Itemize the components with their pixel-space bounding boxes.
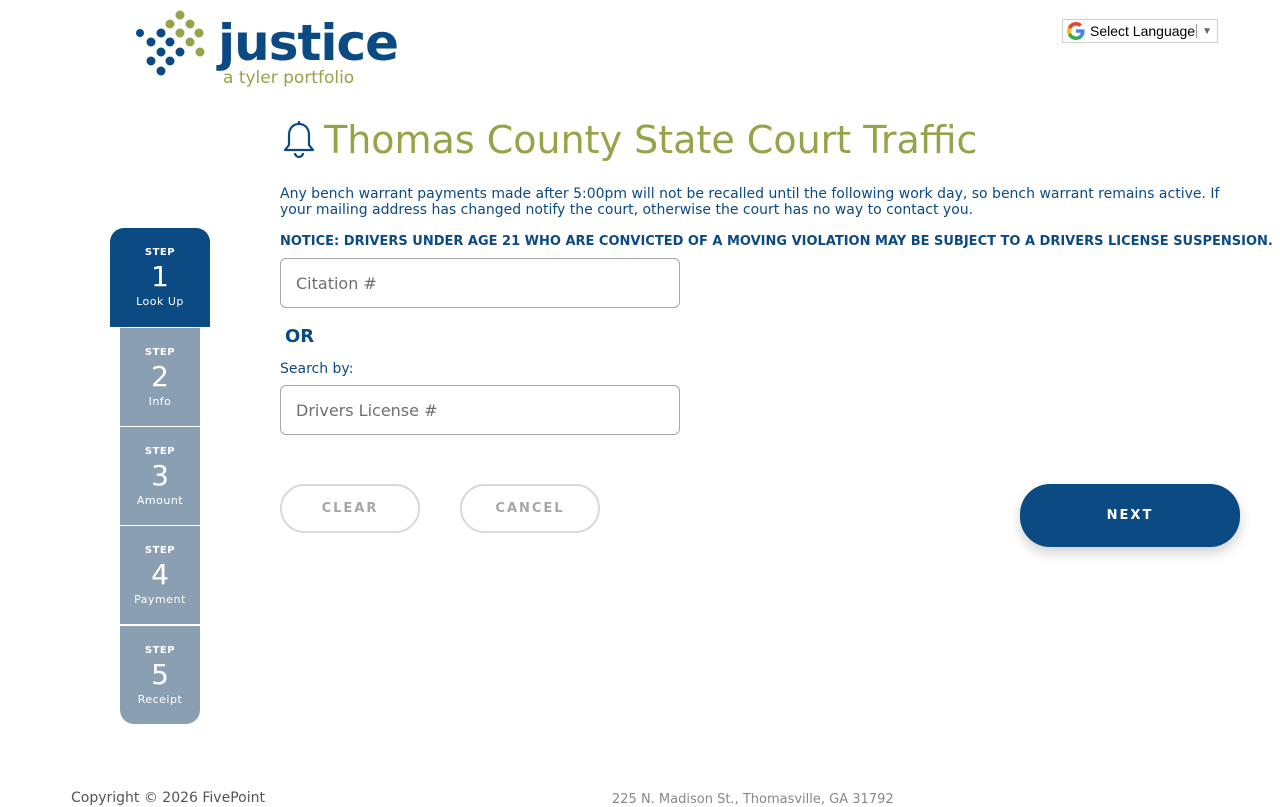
bell-icon [283, 121, 315, 159]
language-separator [1196, 24, 1198, 38]
logo-tagline: a tyler portfolio [223, 68, 355, 88]
footer-copyright: Copyright © 2026 FivePoint [71, 790, 265, 806]
page-title-row: Thomas County State Court Traffic [282, 118, 977, 162]
step-label: STEP [144, 545, 176, 556]
justice-logo: justice a tyler portfolio [132, 8, 399, 98]
license-notice: NOTICE: DRIVERS UNDER AGE 21 WHO ARE CON… [280, 234, 1273, 249]
citation-input[interactable] [280, 258, 680, 308]
step-2-info: STEP 2 Info [120, 327, 200, 426]
search-by-label: Search by: [280, 361, 354, 377]
step-label: STEP [144, 247, 176, 258]
step-number: 3 [151, 459, 169, 492]
language-selector[interactable]: Select Language ▼ [1062, 19, 1218, 43]
language-label: Select Language [1090, 23, 1196, 39]
step-number: 5 [151, 658, 169, 691]
step-3-amount: STEP 3 Amount [120, 426, 200, 525]
step-name: Payment [134, 593, 186, 606]
step-label: STEP [144, 645, 176, 656]
dropdown-arrow-icon: ▼ [1202, 25, 1212, 37]
page-title: Thomas County State Court Traffic [324, 118, 978, 162]
step-name: Look Up [136, 295, 184, 308]
step-name: Receipt [137, 693, 183, 706]
cancel-button[interactable]: CANCEL [460, 484, 600, 533]
logo-dots-icon [136, 10, 205, 76]
step-number: 4 [151, 558, 169, 591]
step-label: STEP [144, 446, 176, 457]
step-5-receipt: STEP 5 Receipt [120, 625, 200, 724]
step-label: STEP [144, 347, 176, 358]
step-name: Amount [136, 494, 184, 507]
clear-button[interactable]: CLEAR [280, 484, 420, 533]
drivers-license-input[interactable] [280, 385, 680, 435]
step-number: 1 [151, 260, 169, 293]
step-1-lookup: STEP 1 Look Up [110, 228, 210, 327]
logo-wordmark: justice [218, 14, 399, 72]
step-4-payment: STEP 4 Payment [120, 525, 200, 624]
google-icon [1067, 22, 1085, 40]
warrant-info-text: Any bench warrant payments made after 5:… [280, 186, 1220, 218]
step-name: Info [148, 395, 172, 408]
step-number: 2 [151, 360, 169, 393]
next-button[interactable]: NEXT [1020, 484, 1240, 547]
or-separator: OR [285, 326, 315, 347]
